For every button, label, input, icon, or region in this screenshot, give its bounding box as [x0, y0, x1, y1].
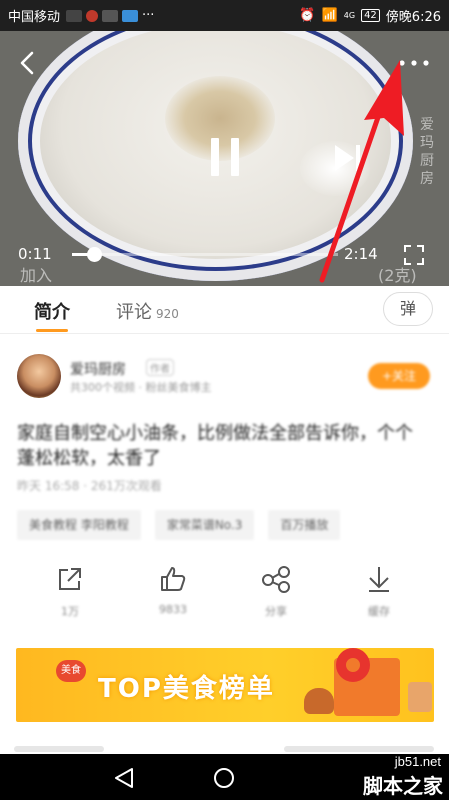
forward-label: 分享	[265, 605, 287, 618]
like-count: 9833	[159, 603, 187, 616]
carrier-label: 中国移动	[8, 10, 61, 25]
thumbs-up-icon	[161, 567, 186, 591]
recipe-meta: 昨天 16:58 · 261万次观看	[17, 479, 162, 493]
alarm-icon: ⏰	[299, 8, 316, 23]
download-icon	[369, 567, 389, 592]
tag-chip[interactable]: 家常菜谱No.3	[154, 510, 255, 540]
share-button[interactable]: 1万	[40, 565, 100, 619]
site-watermark-url: jb51.net	[394, 754, 441, 769]
site-watermark-name: 脚本之家	[363, 774, 443, 798]
battery-icon: 42	[361, 9, 380, 22]
tag-list: 美食教程 李阳教程 家常菜谱No.3 百万播放	[17, 510, 341, 540]
more-notifications-icon: ···	[142, 8, 155, 23]
annotation-arrow-icon	[319, 60, 404, 283]
current-time: 0:11	[18, 245, 52, 263]
tab-intro[interactable]: 简介	[34, 298, 70, 332]
app-icon	[86, 9, 99, 22]
progress-bar[interactable]	[72, 247, 338, 262]
tab-comments-label: 评论	[116, 302, 152, 323]
action-bar: 1万 9833 分享 缓存	[0, 565, 449, 625]
site-watermark: jb51.net 脚本之家	[290, 748, 449, 800]
nav-back-icon[interactable]	[112, 766, 136, 790]
comments-count: 920	[156, 307, 179, 321]
banner-title: TOP美食榜单	[98, 674, 275, 704]
follow-button[interactable]: +关注	[368, 363, 430, 389]
recipe-title: 家庭自制空心小油条，比例做法全部告诉你，个个蓬松松软，太香了	[17, 423, 413, 469]
tab-intro-label: 简介	[34, 302, 70, 323]
author-name[interactable]: 爱玛厨房	[70, 359, 126, 379]
video-watermark: 爱玛厨房	[420, 117, 434, 187]
tab-comments[interactable]: 评论 920	[116, 298, 179, 324]
tab-bar: 简介 评论 920	[0, 286, 449, 334]
back-icon[interactable]	[16, 51, 40, 75]
wifi-icon: 📶	[321, 8, 338, 23]
network-share-icon	[262, 566, 290, 593]
mail-icon	[102, 9, 119, 22]
author-avatar[interactable]	[17, 354, 61, 398]
donut-illustration	[336, 648, 370, 682]
status-bar: 中国移动 ··· ⏰ 📶 4G 42 傍晚6:26	[0, 0, 449, 31]
tag-chip[interactable]: 美食教程 李阳教程	[17, 510, 141, 540]
forward-button[interactable]: 分享	[246, 565, 306, 619]
nav-home-icon[interactable]	[212, 766, 236, 790]
progress-handle[interactable]	[86, 247, 102, 262]
banner-badge: 美食	[56, 660, 86, 682]
tag-chip[interactable]: 百万播放	[268, 510, 341, 540]
danmu-toggle-button[interactable]: 弹	[383, 292, 433, 326]
share-count: 1万	[61, 605, 79, 618]
notification-icon	[66, 9, 83, 22]
promo-banner[interactable]: 美食 TOP美食榜单	[16, 648, 434, 722]
app-icon	[122, 9, 139, 22]
danmu-label: 弹	[399, 299, 416, 318]
network-label: 4G	[343, 11, 356, 20]
share-icon	[59, 568, 81, 590]
like-button[interactable]: 9833	[143, 565, 203, 616]
download-label: 缓存	[368, 605, 390, 618]
active-tab-indicator	[36, 329, 68, 332]
pause-icon[interactable]	[205, 135, 245, 179]
cup-illustration	[408, 682, 432, 712]
author-badge: 作者	[146, 359, 174, 376]
burger-illustration	[304, 688, 334, 714]
download-button[interactable]: 缓存	[349, 565, 409, 619]
author-subtitle: 共300个视频 · 粉丝美食博主	[70, 381, 212, 394]
clock: 傍晚6:26	[385, 10, 441, 25]
video-caption-left: 加入	[20, 266, 53, 285]
